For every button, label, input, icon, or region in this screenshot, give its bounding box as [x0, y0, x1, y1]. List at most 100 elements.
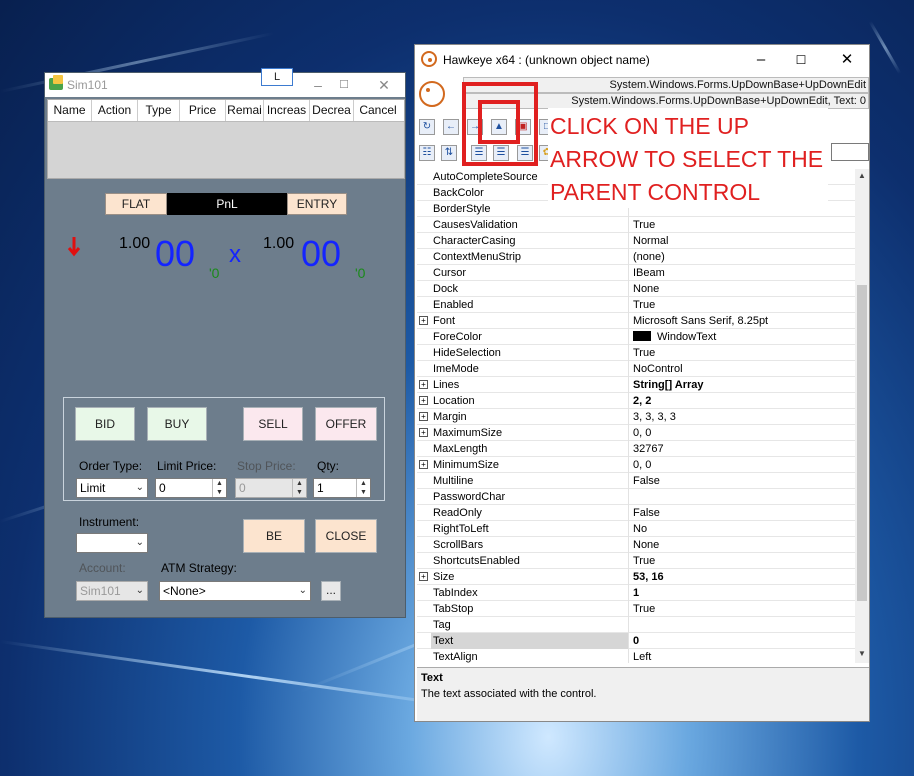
property-value[interactable]: 0, 0 — [631, 457, 853, 473]
property-row[interactable]: + Font Microsoft Sans Serif, 8.25pt — [417, 313, 855, 329]
search-input[interactable] — [831, 143, 869, 161]
property-row[interactable]: ReadOnly False — [417, 505, 855, 521]
property-row[interactable]: + MaximumSize 0, 0 — [417, 425, 855, 441]
column-header[interactable]: Price — [180, 100, 226, 121]
column-header[interactable]: Type — [138, 100, 180, 121]
property-value[interactable]: True — [631, 345, 853, 361]
expand-plus-icon[interactable]: + — [419, 412, 428, 421]
property-grid[interactable]: AutoCompleteSource BackColor BorderStyle Ca… — [417, 169, 869, 663]
property-row[interactable]: TabIndex 1 — [417, 585, 855, 601]
qty-input[interactable]: 1 ▲ ▼ — [313, 478, 371, 498]
minimize-icon[interactable]: – — [309, 76, 327, 94]
property-value[interactable]: 0, 0 — [631, 425, 853, 441]
entry-button[interactable]: ENTRY — [287, 193, 347, 215]
property-row[interactable]: Dock None — [417, 281, 855, 297]
property-grid-scrollbar[interactable]: ▲ ▼ — [855, 169, 869, 663]
property-value[interactable]: 32767 — [631, 441, 853, 457]
expand-plus-icon[interactable]: + — [419, 316, 428, 325]
close-icon[interactable]: ✕ — [837, 51, 857, 69]
sell-button[interactable]: SELL — [243, 407, 303, 441]
property-value[interactable]: False — [631, 473, 853, 489]
property-value[interactable]: 0 — [631, 633, 853, 649]
scroll-up-icon[interactable]: ▲ — [855, 171, 869, 180]
property-value[interactable]: True — [631, 217, 853, 233]
order-type-select[interactable]: Limit ⌄ — [76, 478, 148, 498]
scroll-down-icon[interactable]: ▼ — [855, 649, 869, 658]
offer-button[interactable]: OFFER — [315, 407, 377, 441]
property-value[interactable]: Normal — [631, 233, 853, 249]
property-row[interactable]: ForeColor WindowText — [417, 329, 855, 345]
property-row[interactable]: ImeMode NoControl — [417, 361, 855, 377]
property-row[interactable]: + MinimumSize 0, 0 — [417, 457, 855, 473]
sort-alphabetical-icon[interactable]: ⇅ — [441, 145, 457, 161]
maximize-icon[interactable]: ☐ — [335, 76, 353, 94]
orders-grid[interactable]: Name Action Type Price Remai Increas Dec… — [47, 99, 405, 179]
property-value[interactable] — [631, 489, 853, 505]
column-header[interactable]: Cancel — [354, 100, 402, 121]
property-value[interactable]: String[] Array — [631, 377, 853, 393]
property-row[interactable]: + Location 2, 2 — [417, 393, 855, 409]
property-row[interactable]: HideSelection True — [417, 345, 855, 361]
column-header[interactable]: Name — [48, 100, 92, 121]
property-row[interactable]: CausesValidation True — [417, 217, 855, 233]
expand-plus-icon[interactable]: + — [419, 396, 428, 405]
property-row[interactable]: + Size 53, 16 — [417, 569, 855, 585]
property-value[interactable]: False — [631, 505, 853, 521]
spinner-arrows-icon[interactable]: ▲ ▼ — [356, 479, 370, 497]
property-value[interactable]: True — [631, 297, 853, 313]
property-value[interactable]: 3, 3, 3, 3 — [631, 409, 853, 425]
atm-ellipsis-button[interactable]: ... — [321, 581, 341, 601]
property-value[interactable]: True — [631, 601, 853, 617]
column-header[interactable]: Increas — [264, 100, 310, 121]
property-row[interactable]: ScrollBars None — [417, 537, 855, 553]
maximize-icon[interactable]: ☐ — [791, 51, 811, 69]
property-row[interactable]: + Margin 3, 3, 3, 3 — [417, 409, 855, 425]
expand-plus-icon[interactable]: + — [419, 460, 428, 469]
property-row[interactable]: PasswordChar — [417, 489, 855, 505]
close-position-button[interactable]: CLOSE — [315, 519, 377, 553]
property-row[interactable]: ContextMenuStrip (none) — [417, 249, 855, 265]
property-value[interactable]: None — [631, 281, 853, 297]
property-value[interactable] — [631, 617, 853, 633]
spinner-arrows-icon[interactable]: ▲ ▼ — [212, 479, 226, 497]
flat-button[interactable]: FLAT — [105, 193, 167, 215]
column-header[interactable]: Remai — [226, 100, 264, 121]
buy-button[interactable]: BUY — [147, 407, 207, 441]
scrollbar-thumb[interactable] — [857, 285, 867, 601]
expand-plus-icon[interactable]: + — [419, 428, 428, 437]
hawkeye-titlebar[interactable]: Hawkeye x64 : (unknown object name) – ☐ … — [415, 45, 869, 75]
property-value[interactable]: True — [631, 553, 853, 569]
property-row[interactable]: ShortcutsEnabled True — [417, 553, 855, 569]
categorized-icon[interactable]: ☷ — [419, 145, 435, 161]
property-value[interactable]: 53, 16 — [631, 569, 853, 585]
property-value[interactable]: Left — [631, 649, 853, 663]
property-value[interactable]: NoControl — [631, 361, 853, 377]
property-value[interactable]: 1 — [631, 585, 853, 601]
sim101-titlebar[interactable]: Sim101 L – ☐ ✕ — [45, 68, 405, 97]
refresh-icon[interactable]: ↻ — [419, 119, 435, 135]
column-header[interactable]: Decrea — [310, 100, 354, 121]
expand-plus-icon[interactable]: + — [419, 380, 428, 389]
property-value[interactable]: No — [631, 521, 853, 537]
property-row[interactable]: RightToLeft No — [417, 521, 855, 537]
instrument-select[interactable]: ⌄ — [76, 533, 148, 553]
close-icon[interactable]: ✕ — [375, 76, 393, 94]
atm-strategy-select[interactable]: <None> ⌄ — [159, 581, 311, 601]
property-row[interactable]: + Lines String[] Array — [417, 377, 855, 393]
target-picker-icon[interactable] — [419, 81, 445, 107]
property-value[interactable]: 2, 2 — [631, 393, 853, 409]
property-row[interactable]: MaxLength 32767 — [417, 441, 855, 457]
be-button[interactable]: BE — [243, 519, 305, 553]
property-row[interactable]: Cursor IBeam — [417, 265, 855, 281]
property-row[interactable]: Text 0 — [417, 633, 855, 649]
property-value[interactable]: IBeam — [631, 265, 853, 281]
limit-price-input[interactable]: 0 ▲ ▼ — [155, 478, 227, 498]
bid-button[interactable]: BID — [75, 407, 135, 441]
property-row[interactable]: CharacterCasing Normal — [417, 233, 855, 249]
property-row[interactable]: Tag — [417, 617, 855, 633]
property-value[interactable]: Microsoft Sans Serif, 8.25pt — [631, 313, 853, 329]
l-tab[interactable]: L — [261, 68, 293, 86]
property-value[interactable]: WindowText — [631, 329, 853, 345]
property-row[interactable]: TabStop True — [417, 601, 855, 617]
property-row[interactable]: TextAlign Left — [417, 649, 855, 663]
